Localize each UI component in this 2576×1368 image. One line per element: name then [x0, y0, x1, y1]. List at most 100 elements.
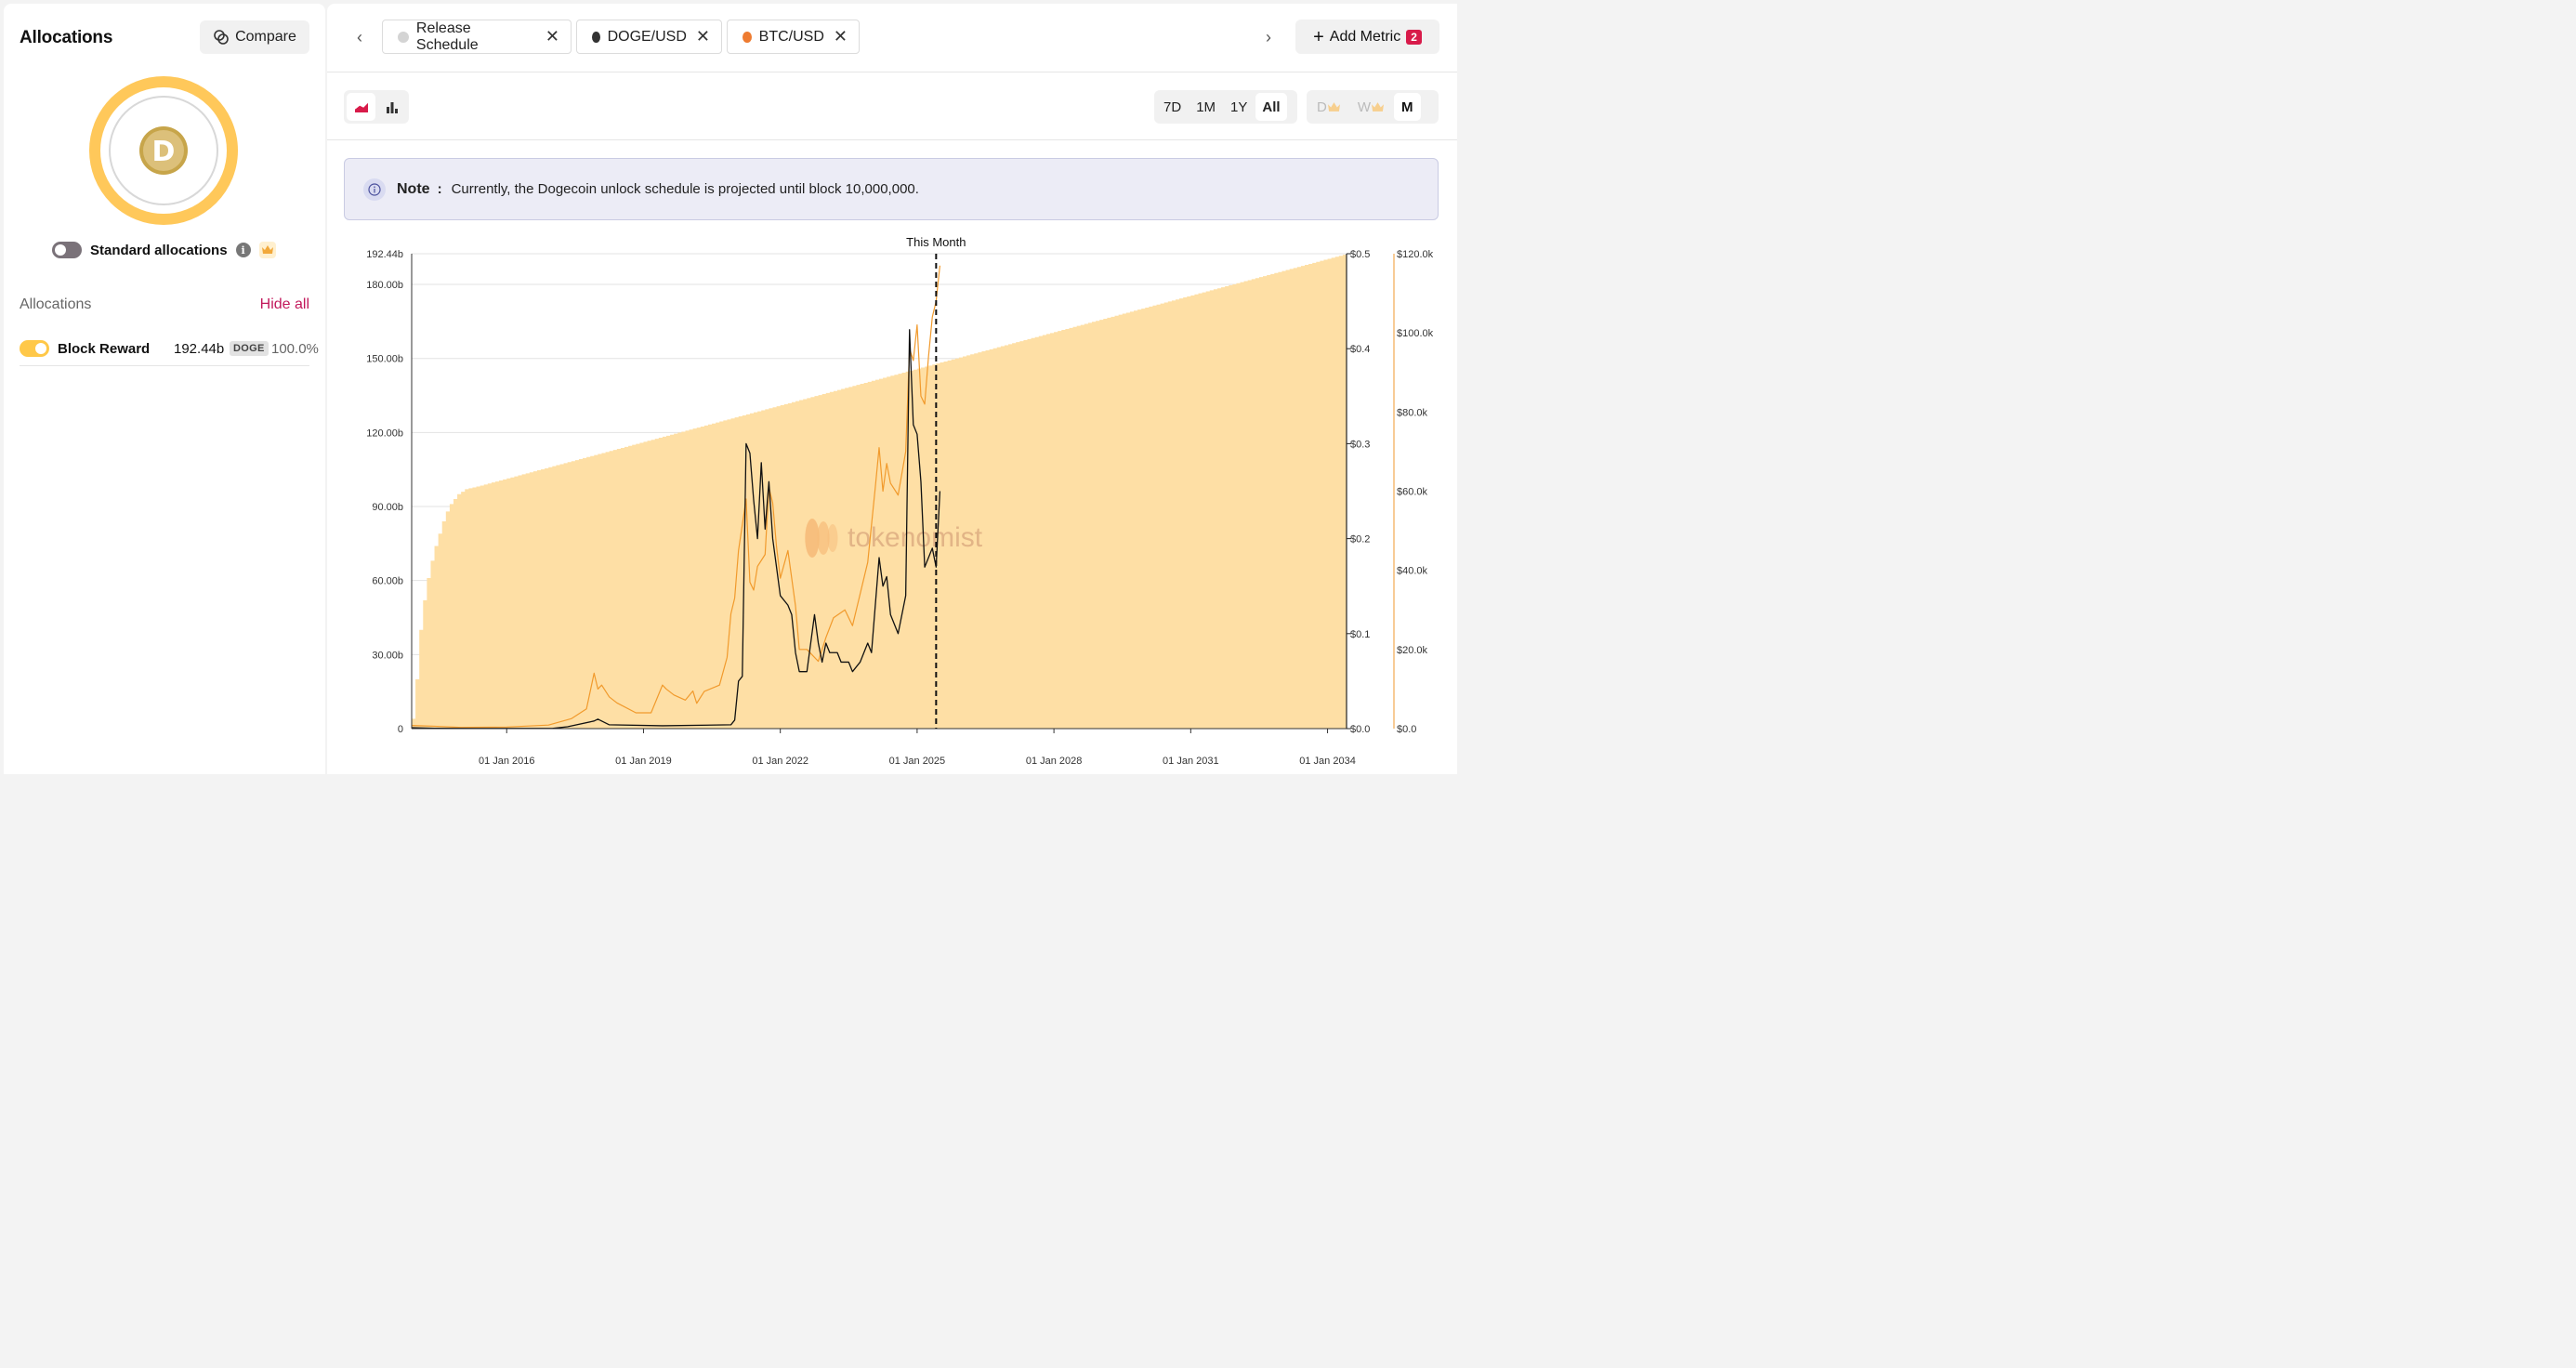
- note-text: Currently, the Dogecoin unlock schedule …: [451, 181, 919, 197]
- standard-allocations-toggle[interactable]: [52, 242, 82, 258]
- y-left-tick-label: 180.00b: [366, 280, 403, 291]
- y-right1-tick-label: $0.4: [1350, 344, 1370, 355]
- y-right2-tick-label: $40.0k: [1397, 566, 1428, 577]
- allocation-symbol-badge: DOGE: [230, 341, 269, 356]
- close-icon[interactable]: ✕: [834, 27, 848, 46]
- chevron-right-icon[interactable]: ›: [1266, 28, 1271, 47]
- y-right1-tick-label: $0.2: [1350, 534, 1370, 546]
- chart-type-toggle: [344, 90, 409, 124]
- y-right2-tick-label: $80.0k: [1397, 407, 1428, 418]
- release-schedule-dot: [398, 31, 409, 43]
- plus-icon: +: [1313, 26, 1324, 47]
- info-icon[interactable]: i: [235, 243, 251, 257]
- area-chart-button[interactable]: [347, 93, 375, 121]
- tab-release-schedule[interactable]: Release Schedule ✕: [382, 20, 572, 54]
- allocation-percent: 100.0%: [271, 340, 319, 357]
- y-left-tick-label: 30.00b: [372, 650, 403, 661]
- y-left-tick-label: 90.00b: [372, 502, 403, 513]
- metric-tabs-bar: ‹ Release Schedule ✕ DOGE/USD ✕ BTC/USD …: [327, 4, 1457, 72]
- add-metric-label: Add Metric: [1329, 28, 1401, 45]
- this-month-label: This Month: [906, 235, 966, 249]
- granularity-week-label: W: [1357, 99, 1372, 115]
- y-right2-tick-label: $120.0k: [1397, 249, 1434, 260]
- y-left-tick-label: 60.00b: [372, 576, 403, 587]
- chart-area[interactable]: 0 30.00b 60.00b 90.00b 120.00b 150.00b 180.00b…: [327, 234, 1457, 774]
- allocation-donut[interactable]: D: [89, 76, 238, 225]
- chevron-left-icon[interactable]: ‹: [357, 28, 362, 47]
- release-schedule-area: [412, 254, 1347, 729]
- bar-chart-button[interactable]: [377, 93, 406, 121]
- x-tick-label: 01 Jan 2028: [1026, 756, 1083, 767]
- time-range-selector: 7D 1M 1Y All: [1154, 90, 1297, 124]
- tab-label: Release Schedule: [415, 20, 479, 53]
- x-tick-label: 01 Jan 2022: [752, 756, 808, 767]
- crown-icon: [1372, 101, 1385, 112]
- bar-chart-icon: [386, 102, 398, 113]
- tab-label: DOGE/USD: [607, 28, 687, 45]
- watermark-shape: [805, 519, 820, 558]
- y-left-tick-label: 120.00b: [366, 428, 403, 439]
- watermark-shape: [827, 524, 838, 552]
- tab-label: BTC/USD: [758, 28, 824, 45]
- crown-icon: [258, 242, 276, 258]
- note-banner: Note : Currently, the Dogecoin unlock sc…: [344, 158, 1439, 220]
- allocation-amount: 192.44b: [174, 340, 225, 357]
- main-panel: ‹ Release Schedule ✕ DOGE/USD ✕ BTC/USD …: [327, 4, 1457, 774]
- y-right1-tick-label: $0.1: [1350, 629, 1370, 640]
- y-right2-tick-label: $100.0k: [1397, 328, 1434, 339]
- add-metric-button[interactable]: + Add Metric 2: [1295, 20, 1439, 54]
- block-reward-toggle[interactable]: [20, 340, 49, 357]
- x-tick-label: 01 Jan 2016: [479, 756, 535, 767]
- y-left-tick-label: 150.00b: [366, 354, 403, 365]
- close-icon[interactable]: ✕: [696, 27, 710, 46]
- release-schedule-chart[interactable]: 0 30.00b 60.00b 90.00b 120.00b 150.00b 180.00b…: [327, 234, 1457, 774]
- standard-allocations-label: Standard allocations: [90, 242, 228, 258]
- y-right1-tick-label: $0.0: [1350, 724, 1370, 735]
- allocation-item: Block Reward 192.44b DOGE 100.0%: [20, 335, 321, 362]
- y-right1-tick-label: $0.3: [1350, 439, 1370, 450]
- tab-btc-usd[interactable]: BTC/USD ✕: [727, 20, 860, 54]
- metric-count-badge: 2: [1406, 29, 1422, 45]
- x-tick-label: 01 Jan 2019: [615, 756, 672, 767]
- allocations-label: Allocations: [20, 296, 92, 312]
- compare-label: Compare: [235, 29, 296, 45]
- note-colon: :: [437, 181, 442, 197]
- x-tick-label: 01 Jan 2034: [1299, 756, 1356, 767]
- range-1y[interactable]: 1Y: [1224, 93, 1254, 121]
- range-all[interactable]: All: [1255, 93, 1287, 121]
- tab-doge-usd[interactable]: DOGE/USD ✕: [576, 20, 722, 54]
- doge-logo-icon: D: [139, 126, 188, 175]
- watermark-text: tokenomist: [848, 522, 983, 553]
- range-7d[interactable]: 7D: [1157, 93, 1188, 121]
- y-right2-tick-label: $20.0k: [1397, 645, 1428, 656]
- granularity-day-label: D: [1317, 99, 1327, 115]
- chart-toolbar: 7D 1M 1Y All D W M: [327, 72, 1457, 140]
- y-right2-tick-label: $0.0: [1397, 724, 1416, 735]
- x-tick-label: 01 Jan 2025: [889, 756, 946, 767]
- granularity-week[interactable]: W: [1350, 93, 1391, 121]
- y-left-tick-label: 192.44b: [366, 249, 403, 260]
- y-right2-tick-label: $60.0k: [1397, 487, 1428, 498]
- y-right1-tick-label: $0.5: [1350, 249, 1370, 260]
- crown-icon: [1327, 101, 1340, 112]
- area-chart-icon: [354, 101, 368, 112]
- standard-allocations-row: Standard allocations i: [52, 239, 276, 261]
- btc-usd-dot: [743, 31, 752, 43]
- granularity-selector: D W M: [1307, 90, 1439, 124]
- compare-icon: [214, 30, 229, 45]
- note-label: Note: [397, 180, 430, 197]
- x-tick-label: 01 Jan 2031: [1163, 756, 1219, 767]
- hide-all-link[interactable]: Hide all: [260, 296, 309, 313]
- granularity-month[interactable]: M: [1394, 93, 1421, 121]
- allocations-header: Allocations Hide all: [20, 296, 309, 313]
- tokenomist-watermark-icon: [805, 519, 838, 558]
- granularity-day[interactable]: D: [1309, 93, 1347, 121]
- allocations-title: Allocations: [20, 28, 113, 47]
- range-1m[interactable]: 1M: [1189, 93, 1222, 121]
- close-icon[interactable]: ✕: [545, 27, 559, 46]
- y-left-tick-label: 0: [398, 724, 403, 735]
- compare-button[interactable]: Compare: [200, 20, 309, 54]
- doge-logo-letter: D: [152, 136, 176, 168]
- allocation-name: Block Reward: [58, 340, 151, 357]
- allocations-panel: Allocations Compare D Standard allocatio…: [4, 4, 325, 774]
